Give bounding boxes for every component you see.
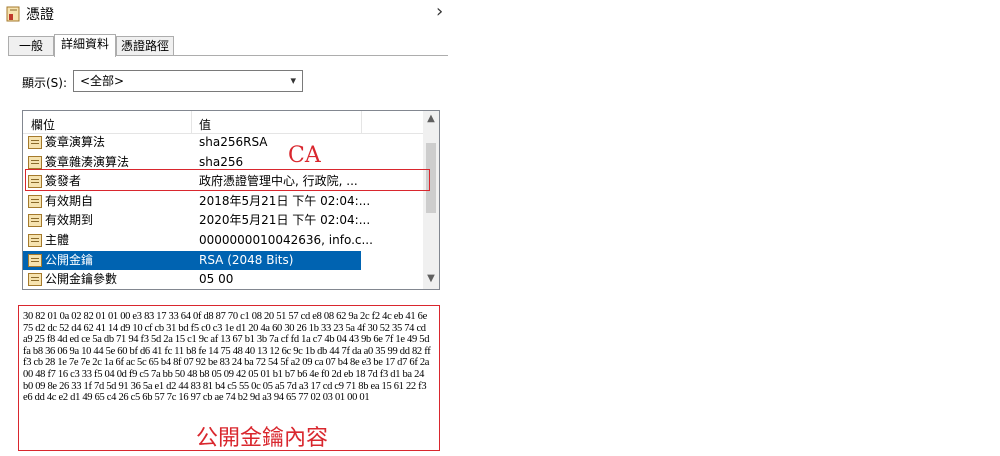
field-value: RSA (2048 Bits) <box>199 252 294 267</box>
field-name: 主體 <box>45 232 70 247</box>
field-name: 公開金鑰 <box>45 252 94 267</box>
certificate-icon <box>6 6 20 22</box>
window-title: 憑證 <box>26 7 54 23</box>
list-item[interactable]: 有效期自 2018年5月21日 下午 02:04:... <box>23 192 423 212</box>
tab-strip: 一般 詳細資料 憑證路徑 <box>0 34 448 57</box>
show-label: 顯示(S): <box>22 76 68 90</box>
field-value: 2018年5月21日 下午 02:04:... <box>199 193 371 208</box>
issuer-highlight-box <box>25 169 430 191</box>
field-list[interactable]: 欄位 值 簽章演算法 sha256RSA 簽章雜湊演算法 sha256 簽發者 政府憑證管… <box>22 110 440 290</box>
field-icon <box>28 214 42 228</box>
list-rows: 簽章演算法 sha256RSA 簽章雜湊演算法 sha256 簽發者 政府憑證管理中心, … <box>23 133 423 289</box>
list-header: 欄位 值 <box>23 111 423 134</box>
field-icon <box>28 194 42 208</box>
field-icon <box>28 253 42 267</box>
list-item[interactable]: 簽章演算法 sha256RSA <box>23 133 423 153</box>
show-dropdown-value: <全部> <box>80 74 125 88</box>
scroll-up-icon[interactable]: ▲ <box>423 113 439 124</box>
ca-annotation: CA <box>288 143 321 168</box>
field-value: sha256RSA <box>199 135 268 149</box>
certificate-dialog: 憑證 › 一般 詳細資料 憑證路徑 顯示(S): <全部> ▾ 欄位 值 簽章演… <box>0 0 448 456</box>
field-name: 簽章演算法 <box>45 135 106 149</box>
title-bar: 憑證 › <box>0 0 448 28</box>
field-icon <box>28 273 42 287</box>
column-header-value[interactable]: 值 <box>199 116 211 133</box>
key-content-annotation: 公開金鑰內容 <box>196 426 329 451</box>
tab-general[interactable]: 一般 <box>8 36 54 56</box>
close-icon[interactable]: › <box>436 2 443 22</box>
field-icon <box>28 233 42 247</box>
column-header-field[interactable]: 欄位 <box>31 116 55 133</box>
list-item[interactable]: 公開金鑰參數 05 00 <box>23 270 423 289</box>
column-divider[interactable] <box>361 111 362 133</box>
scroll-down-icon[interactable]: ▼ <box>423 273 439 284</box>
field-value: 0000000010042636, info.c... <box>199 232 373 247</box>
column-divider[interactable] <box>191 111 192 133</box>
field-icon <box>28 155 42 169</box>
tab-certification-path[interactable]: 憑證路徑 <box>116 36 174 56</box>
list-item[interactable]: 公開金鑰 RSA (2048 Bits) <box>23 250 361 271</box>
list-item[interactable]: 有效期到 2020年5月21日 下午 02:04:... <box>23 211 423 231</box>
chevron-down-icon: ▾ <box>290 74 296 87</box>
show-dropdown[interactable]: <全部> ▾ <box>73 70 303 92</box>
tab-details[interactable]: 詳細資料 <box>54 34 116 57</box>
field-value: 2020年5月21日 下午 02:04:... <box>199 213 371 228</box>
field-name: 有效期到 <box>45 213 94 228</box>
field-value: 05 00 <box>199 272 234 287</box>
list-item[interactable]: 主體 0000000010042636, info.c... <box>23 231 423 251</box>
field-name: 有效期自 <box>45 193 94 208</box>
field-name: 公開金鑰參數 <box>45 272 118 287</box>
vertical-scrollbar[interactable]: ▲ ▼ <box>423 111 439 289</box>
public-key-hex-text: 30 82 01 0a 02 82 01 01 00 e3 83 17 33 6… <box>23 311 431 404</box>
field-icon <box>28 136 42 149</box>
